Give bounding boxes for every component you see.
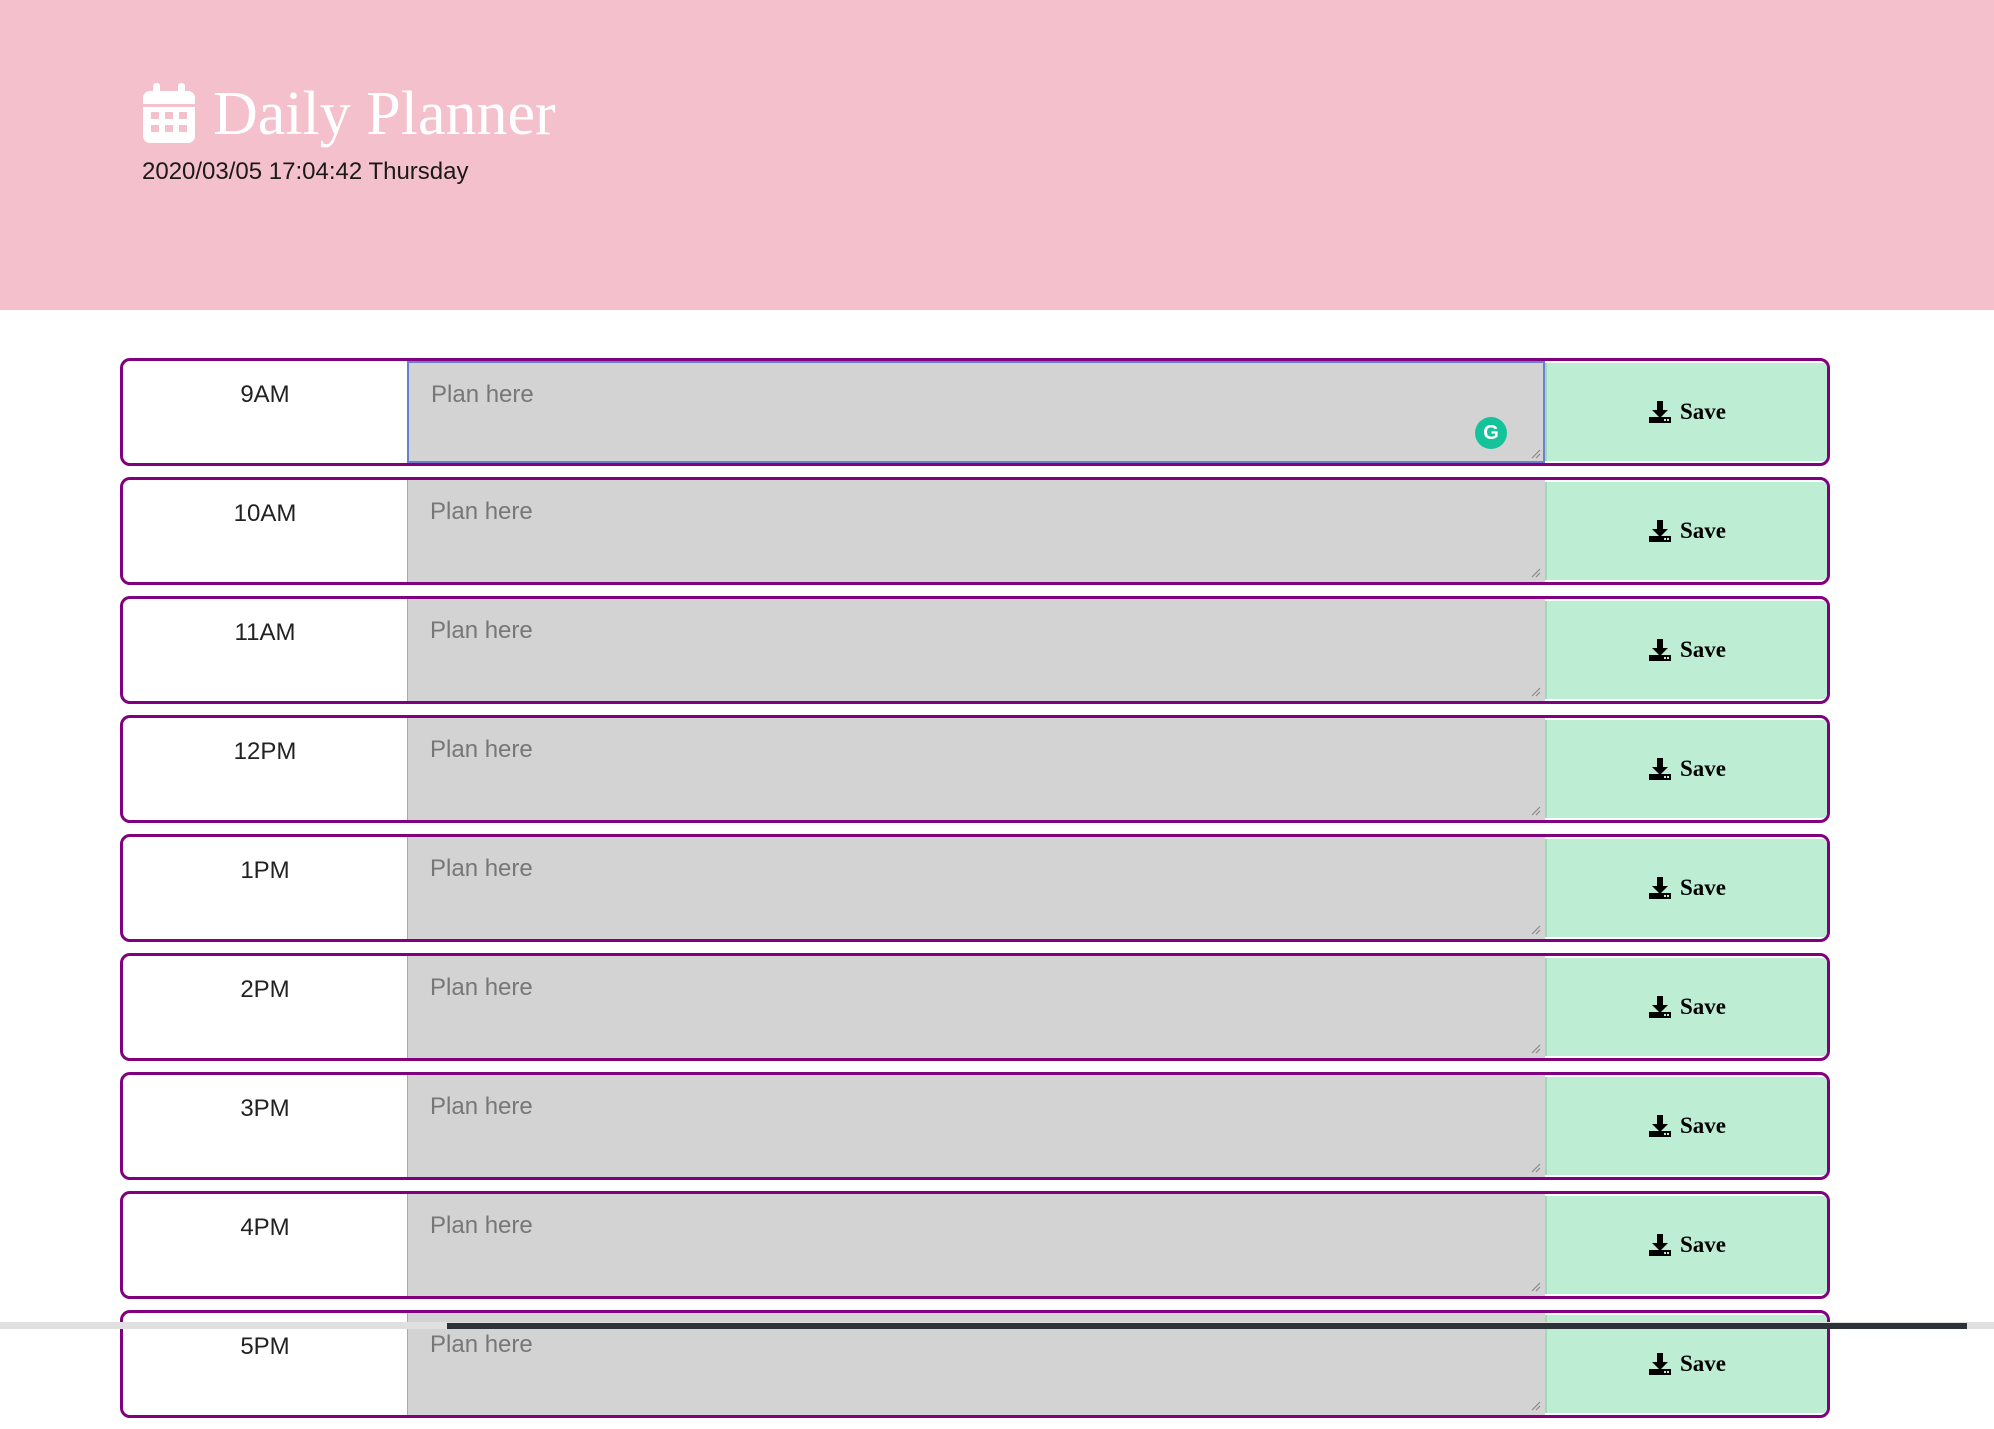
download-icon: [1649, 1234, 1671, 1256]
save-button[interactable]: Save: [1545, 363, 1827, 461]
scrollbar-thumb[interactable]: [447, 1323, 1967, 1329]
grammarly-icon[interactable]: G: [1475, 417, 1507, 449]
title-wrap: Daily Planner: [141, 78, 556, 150]
download-icon: [1649, 1353, 1671, 1375]
time-block-row: 10AM Save: [120, 477, 1830, 585]
plan-input[interactable]: [407, 1075, 1545, 1177]
plan-input[interactable]: [407, 718, 1545, 820]
save-label: Save: [1680, 1232, 1726, 1257]
hour-label: 12PM: [233, 738, 297, 765]
save-button[interactable]: Save: [1545, 1315, 1827, 1413]
page-title: Daily Planner: [213, 80, 556, 148]
plan-input[interactable]: [407, 480, 1545, 582]
plan-input[interactable]: [407, 599, 1545, 701]
planner-rows: 9AMGSave10AMSave11AMSave12PMSave1PMSave2…: [120, 358, 1830, 1429]
hour-label: 3PM: [240, 1095, 290, 1122]
download-icon: [1649, 996, 1671, 1018]
plan-field-wrap: [407, 599, 1545, 701]
plan-field-wrap: [407, 480, 1545, 582]
download-icon: [1649, 520, 1671, 542]
plan-input[interactable]: [407, 837, 1545, 939]
save-label: Save: [1680, 1113, 1726, 1138]
hour-label: 11AM: [234, 619, 296, 646]
save-label: Save: [1680, 518, 1726, 543]
save-button[interactable]: Save: [1545, 1196, 1827, 1294]
hour-label: 4PM: [240, 1214, 290, 1241]
current-datetime: 2020/03/05 17:04:42 Thursday: [142, 158, 469, 185]
save-label: Save: [1680, 399, 1726, 424]
time-block-row: 3PM Save: [120, 1072, 1830, 1180]
download-icon: [1649, 877, 1671, 899]
save-button[interactable]: Save: [1545, 1077, 1827, 1175]
time-block-row: 9AM G Save: [120, 358, 1830, 466]
calendar-icon: [143, 83, 195, 143]
plan-input[interactable]: [407, 956, 1545, 1058]
time-block-row: 4PM Save: [120, 1191, 1830, 1299]
plan-field-wrap: [407, 1075, 1545, 1177]
download-icon: [1649, 639, 1671, 661]
hour-label: 10AM: [233, 500, 297, 527]
time-block-row: 11AM Save: [120, 596, 1830, 704]
save-button[interactable]: Save: [1545, 720, 1827, 818]
save-button[interactable]: Save: [1545, 839, 1827, 937]
download-icon: [1649, 401, 1671, 423]
plan-field-wrap: [407, 718, 1545, 820]
horizontal-scrollbar[interactable]: [0, 1322, 1994, 1329]
plan-field-wrap: [407, 837, 1545, 939]
save-label: Save: [1680, 875, 1726, 900]
save-label: Save: [1680, 1351, 1726, 1376]
save-button[interactable]: Save: [1545, 958, 1827, 1056]
hour-label: 1PM: [240, 857, 290, 884]
time-block-row: 12PM Save: [120, 715, 1830, 823]
save-label: Save: [1680, 637, 1726, 662]
save-button[interactable]: Save: [1545, 601, 1827, 699]
plan-field-wrap: [407, 956, 1545, 1058]
hour-label: 2PM: [240, 976, 290, 1003]
hour-label: 9AM: [240, 381, 290, 408]
save-label: Save: [1680, 994, 1726, 1019]
plan-field-wrap: [407, 1194, 1545, 1296]
plan-field-wrap: G: [407, 361, 1545, 463]
plan-input[interactable]: [407, 361, 1545, 463]
time-block-row: 2PM Save: [120, 953, 1830, 1061]
save-label: Save: [1680, 756, 1726, 781]
plan-input[interactable]: [407, 1194, 1545, 1296]
time-block-row: 1PM Save: [120, 834, 1830, 942]
page-header: Daily Planner 2020/03/05 17:04:42 Thursd…: [0, 0, 1994, 310]
download-icon: [1649, 1115, 1671, 1137]
download-icon: [1649, 758, 1671, 780]
save-button[interactable]: Save: [1545, 482, 1827, 580]
